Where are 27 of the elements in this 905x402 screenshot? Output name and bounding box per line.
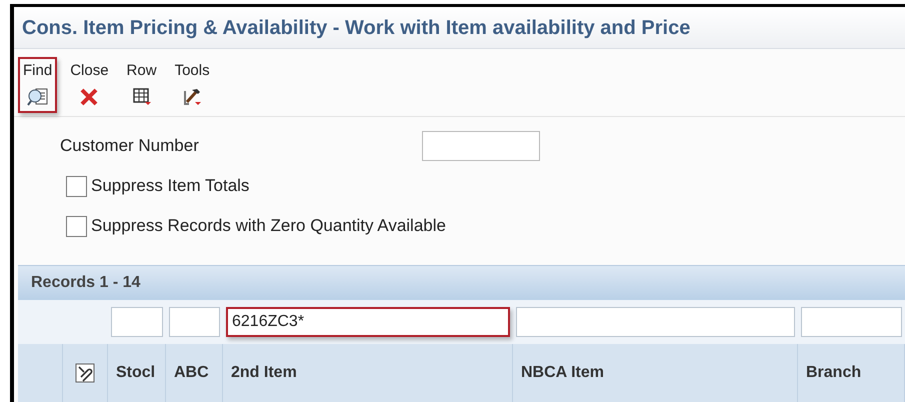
checkbox-label: Suppress Item Totals [91,175,250,198]
filter-field[interactable] [516,307,795,337]
grid-icon [132,86,152,106]
toolbar-button[interactable]: Tools [170,57,215,112]
column-header[interactable]: ABC [174,361,209,385]
toolbar-button[interactable]: Find [18,57,58,112]
toolbar-button[interactable]: Row [122,57,162,112]
column-header[interactable]: 2nd Item [231,361,297,385]
customer-number-field[interactable] [422,131,540,161]
attachment-icon[interactable] [75,363,95,383]
checkbox[interactable] [66,176,87,196]
grid-title: Records 1 - 14 [31,273,140,293]
column-header[interactable]: NBCA Item [521,361,604,385]
window-title: Cons. Item Pricing & Availability - Work with Item availability and Price [22,16,690,40]
hammer-icon [182,86,202,106]
checkbox-label: Suppress Records with Zero Quantity Available [91,215,446,238]
filter-field[interactable] [801,307,902,337]
toolbar-button[interactable]: Close [65,57,114,112]
filter-field[interactable] [111,307,163,337]
filter-field[interactable]: 6216ZC3* [226,307,510,337]
close-icon [79,86,100,106]
filter-field[interactable] [169,307,220,337]
column-header[interactable]: Stocl [116,361,156,385]
checkbox[interactable] [66,216,87,236]
search-icon [26,86,49,106]
column-header[interactable]: Branch [806,361,862,385]
field-label: Customer Number [60,135,200,158]
